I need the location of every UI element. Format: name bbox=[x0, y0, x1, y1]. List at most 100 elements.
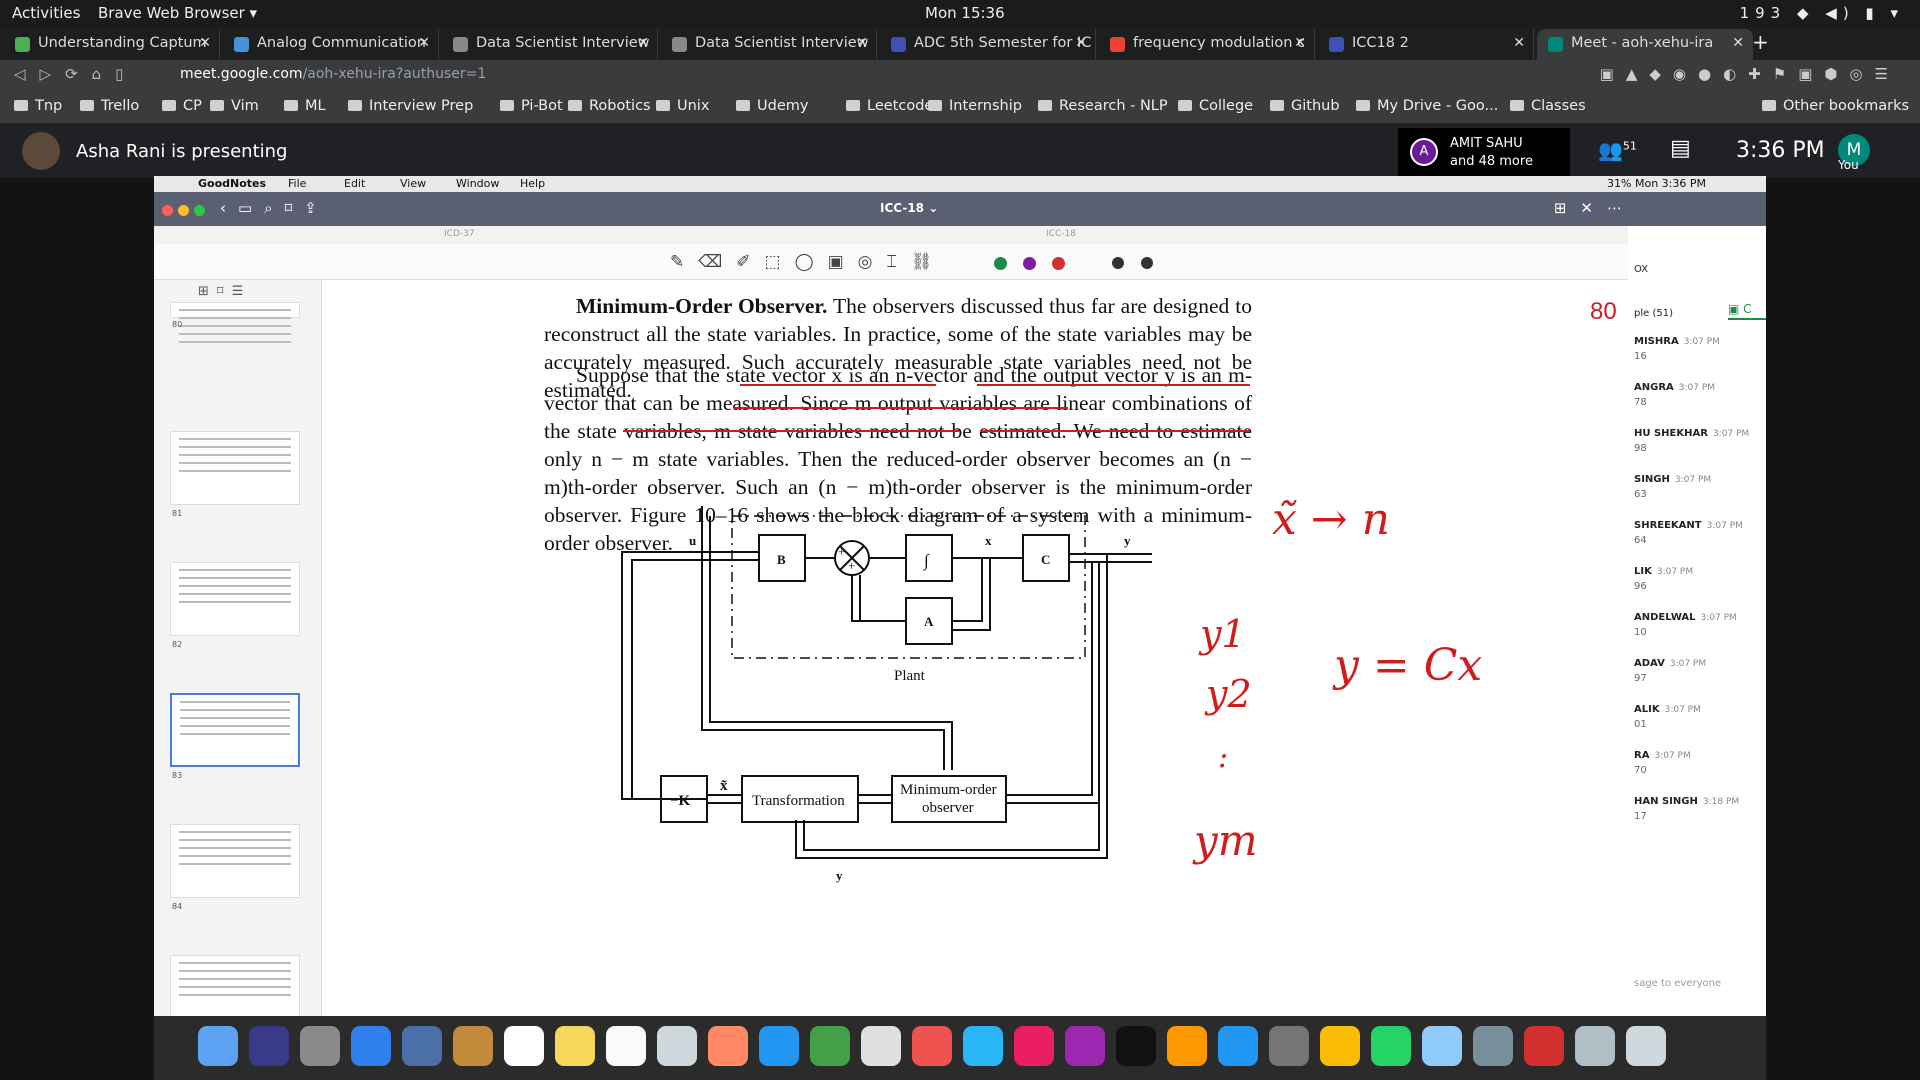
close-tab-icon[interactable]: ✕ bbox=[1732, 35, 1744, 51]
bookmark-item[interactable]: Classes bbox=[1510, 98, 1586, 114]
participant-tile[interactable]: A AMIT SAHU and 48 more bbox=[1398, 128, 1570, 176]
dock-app-icon[interactable] bbox=[351, 1026, 391, 1066]
dock-app-icon[interactable] bbox=[1524, 1026, 1564, 1066]
pen-size-dot[interactable] bbox=[1141, 257, 1153, 269]
close-tab-icon[interactable]: ✕ bbox=[856, 35, 868, 51]
dock-app-icon[interactable] bbox=[1218, 1026, 1258, 1066]
close-tab-icon[interactable]: ✕ bbox=[1294, 35, 1306, 51]
pen-color-swatch[interactable] bbox=[994, 257, 1007, 270]
document-title[interactable]: ICC-18 ⌄ bbox=[880, 201, 938, 215]
url-field[interactable]: meet.google.com/aoh-xehu-ira?authuser=1 bbox=[180, 66, 486, 82]
tab-left-doc[interactable]: ICD-37 bbox=[444, 229, 475, 239]
nav-buttons[interactable]: ◁▷⟳⌂▯ bbox=[14, 65, 137, 83]
browser-tab[interactable]: ADC 5th Semester for IC ✕ bbox=[880, 29, 1096, 60]
people-icon[interactable]: 👥51 bbox=[1598, 138, 1637, 162]
dock-app-icon[interactable] bbox=[1014, 1026, 1054, 1066]
chat-icon[interactable]: ▤ bbox=[1670, 136, 1691, 161]
dock-app-icon[interactable] bbox=[1116, 1026, 1156, 1066]
dock-app-icon[interactable] bbox=[504, 1026, 544, 1066]
dock-app-icon[interactable] bbox=[759, 1026, 799, 1066]
dock-app-icon[interactable] bbox=[963, 1026, 1003, 1066]
system-clock[interactable]: Mon 15:36 bbox=[925, 4, 1005, 22]
bookmark-item[interactable]: Research - NLP bbox=[1038, 98, 1168, 114]
sidebar-view-icons[interactable]: ⊞⌑☰ bbox=[198, 284, 251, 299]
mac-menu-item[interactable]: Edit bbox=[344, 177, 365, 190]
page-thumbnail[interactable] bbox=[170, 955, 300, 1016]
bookmark-item[interactable]: Pi-Bot bbox=[500, 98, 563, 114]
dock-app-icon[interactable] bbox=[810, 1026, 850, 1066]
page-thumbnail[interactable] bbox=[170, 693, 300, 767]
bookmark-item[interactable]: My Drive - Goo... bbox=[1356, 98, 1498, 114]
browser-tab[interactable]: Data Scientist Interview ✕ bbox=[661, 29, 877, 60]
chat-tab-indicator[interactable]: ▣ C bbox=[1728, 302, 1766, 320]
dock-app-icon[interactable] bbox=[606, 1026, 646, 1066]
goodnotes-nav-icons[interactable]: ‹▭⌕⌑⇪ bbox=[220, 199, 329, 217]
dock-app-icon[interactable] bbox=[861, 1026, 901, 1066]
browser-app-menu[interactable]: Brave Web Browser ▾ bbox=[98, 4, 257, 22]
dock-app-icon[interactable] bbox=[249, 1026, 289, 1066]
dock-app-icon[interactable] bbox=[1371, 1026, 1411, 1066]
dock-app-icon[interactable] bbox=[912, 1026, 952, 1066]
goodnotes-right-icons[interactable]: ⊞✕⋯ bbox=[1554, 199, 1636, 217]
bookmark-item[interactable]: Other bookmarks bbox=[1762, 98, 1909, 114]
bookmark-item[interactable]: CP bbox=[162, 98, 202, 114]
close-tab-icon[interactable]: ✕ bbox=[1513, 35, 1525, 51]
mac-menu-item[interactable]: View bbox=[400, 177, 426, 190]
dock-app-icon[interactable] bbox=[1473, 1026, 1513, 1066]
dock-app-icon[interactable] bbox=[1575, 1026, 1615, 1066]
bookmark-item[interactable]: Tnp bbox=[14, 98, 62, 114]
mac-menu-item[interactable]: File bbox=[288, 177, 306, 190]
close-tab-icon[interactable]: ✕ bbox=[199, 35, 211, 51]
dock-app-icon[interactable] bbox=[402, 1026, 442, 1066]
pen-size-dot[interactable] bbox=[1112, 257, 1124, 269]
bookmark-item[interactable]: Trello bbox=[80, 98, 139, 114]
activities-button[interactable]: Activities bbox=[12, 4, 80, 22]
bookmark-item[interactable]: ML bbox=[284, 98, 326, 114]
tab-right-doc[interactable]: ICC-18 bbox=[1046, 229, 1076, 239]
dock-app-icon[interactable] bbox=[1167, 1026, 1207, 1066]
browser-tab[interactable]: Understanding Captum ✕ bbox=[4, 29, 220, 60]
dock-app-icon[interactable] bbox=[1269, 1026, 1309, 1066]
mac-menu-item[interactable]: Help bbox=[520, 177, 545, 190]
dock-app-icon[interactable] bbox=[657, 1026, 697, 1066]
system-tray[interactable]: 193 ◆ ◀) ▮ ▾ bbox=[1740, 4, 1904, 22]
bookmark-item[interactable]: Github bbox=[1270, 98, 1340, 114]
page-thumbnail[interactable] bbox=[170, 824, 300, 898]
bookmark-item[interactable]: Unix bbox=[656, 98, 709, 114]
page-thumbnail[interactable] bbox=[170, 302, 300, 343]
bookmark-item[interactable]: Internship bbox=[928, 98, 1022, 114]
dock-app-icon[interactable] bbox=[708, 1026, 748, 1066]
page-thumbnail[interactable] bbox=[170, 431, 300, 505]
dock-app-icon[interactable] bbox=[198, 1026, 238, 1066]
close-tab-icon[interactable]: ✕ bbox=[1075, 35, 1087, 51]
new-tab-button[interactable]: + bbox=[1752, 30, 1769, 54]
close-tab-icon[interactable]: ✕ bbox=[418, 35, 430, 51]
dock-app-icon[interactable] bbox=[1065, 1026, 1105, 1066]
bookmark-item[interactable]: College bbox=[1178, 98, 1253, 114]
browser-tab[interactable]: Meet - aoh-xehu-ira ✕ bbox=[1537, 29, 1753, 60]
browser-tab[interactable]: frequency modulation c ✕ bbox=[1099, 29, 1315, 60]
page-thumbnail[interactable] bbox=[170, 562, 300, 636]
dock-app-icon[interactable] bbox=[453, 1026, 493, 1066]
dock-app-icon[interactable] bbox=[1422, 1026, 1462, 1066]
bookmark-item[interactable]: Robotics bbox=[568, 98, 651, 114]
bookmark-item[interactable]: Leetcode bbox=[846, 98, 933, 114]
pen-color-swatch[interactable] bbox=[1052, 257, 1065, 270]
extensions-icons[interactable]: ▣▲◆◉●◐✚⚑▣⬢◎☰ bbox=[1600, 65, 1900, 83]
bookmark-item[interactable]: Interview Prep bbox=[348, 98, 473, 114]
mac-menu-item[interactable]: Window bbox=[456, 177, 499, 190]
pen-color-swatch[interactable] bbox=[1023, 257, 1036, 270]
dock-app-icon[interactable] bbox=[1320, 1026, 1360, 1066]
close-tab-icon[interactable]: ✕ bbox=[637, 35, 649, 51]
dock-app-icon[interactable] bbox=[300, 1026, 340, 1066]
bookmark-item[interactable]: Vim bbox=[210, 98, 259, 114]
bookmark-item[interactable]: Udemy bbox=[736, 98, 808, 114]
browser-tab[interactable]: Data Scientist Interview ✕ bbox=[442, 29, 658, 60]
mac-menu-item[interactable]: GoodNotes bbox=[198, 177, 266, 190]
pen-tool-icons[interactable]: ✎⌫✐⬚◯▣◎⌶⛓ bbox=[670, 252, 946, 272]
chat-input-placeholder[interactable]: sage to everyone bbox=[1634, 978, 1721, 989]
dock-app-icon[interactable] bbox=[1626, 1026, 1666, 1066]
browser-tab[interactable]: Analog Communication ✕ bbox=[223, 29, 439, 60]
dock-app-icon[interactable] bbox=[555, 1026, 595, 1066]
window-controls[interactable] bbox=[162, 201, 210, 220]
